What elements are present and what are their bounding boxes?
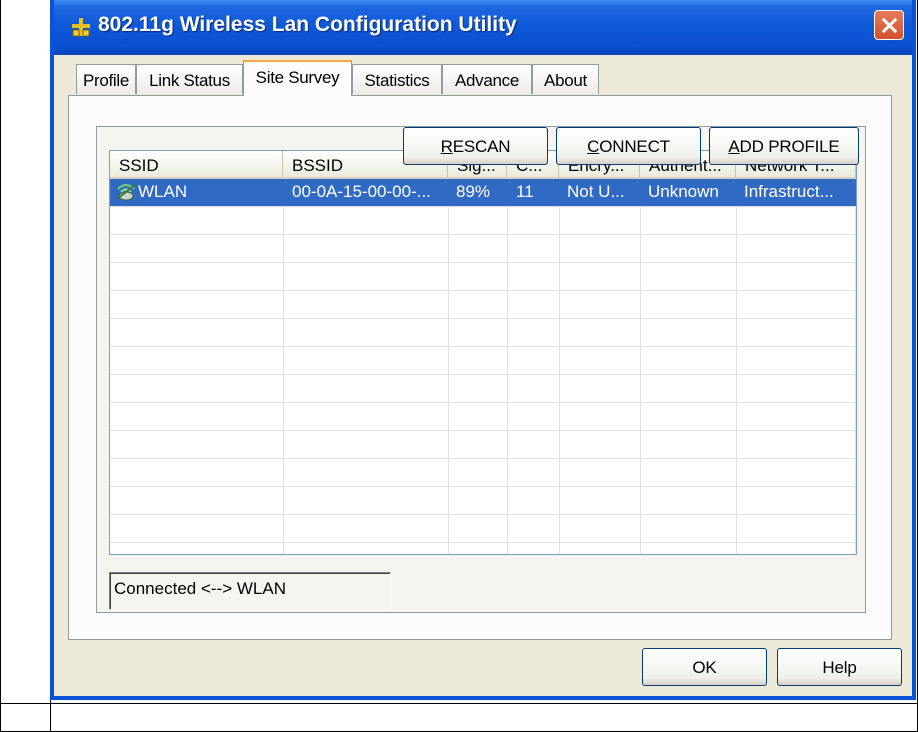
site-survey-panel: SSID BSSID Sig... C... Encry... Authent.…: [68, 95, 892, 640]
network-list[interactable]: SSID BSSID Sig... C... Encry... Authent.…: [109, 150, 857, 555]
row-divider: [110, 402, 856, 403]
connect-mnemonic: C: [587, 137, 600, 156]
row-divider: [110, 206, 856, 207]
tab-statistics[interactable]: Statistics: [352, 64, 442, 94]
window-title: 802.11g Wireless Lan Configuration Utili…: [98, 13, 517, 36]
connect-label: ONNECT: [599, 137, 670, 156]
cell-bssid: 00-0A-15-00-00-...: [292, 182, 431, 201]
column-divider: [736, 179, 737, 554]
rescan-label: ESCAN: [452, 137, 511, 156]
row-divider: [110, 430, 856, 431]
column-divider: [283, 179, 284, 554]
rescan-mnemonic: R: [440, 137, 453, 156]
row-divider: [110, 290, 856, 291]
column-divider: [448, 179, 449, 554]
ok-button[interactable]: OK: [642, 648, 767, 686]
row-divider: [110, 318, 856, 319]
close-button[interactable]: [874, 10, 904, 40]
column-divider: [855, 179, 856, 554]
config-utility-window: 802.11g Wireless Lan Configuration Utili…: [50, 0, 916, 700]
row-divider: [110, 458, 856, 459]
row-divider: [110, 514, 856, 515]
column-header-ssid[interactable]: SSID: [110, 151, 283, 179]
connect-button[interactable]: CONNECT: [556, 127, 701, 165]
cell-network-type: Infrastruct...: [744, 182, 834, 201]
column-divider: [640, 179, 641, 554]
rescan-button[interactable]: RESCAN: [403, 127, 548, 165]
row-divider: [110, 374, 856, 375]
help-button[interactable]: Help: [777, 648, 902, 686]
title-bar[interactable]: 802.11g Wireless Lan Configuration Utili…: [54, 0, 912, 55]
app-icon: [72, 18, 90, 37]
column-divider: [559, 179, 560, 554]
cell-signal: 89%: [456, 182, 491, 201]
cell-ssid: WLAN: [138, 182, 188, 201]
cell-channel: 11: [516, 182, 534, 201]
tab-advance[interactable]: Advance: [442, 64, 532, 94]
row-divider: [110, 346, 856, 347]
add-profile-button[interactable]: ADD PROFILE: [709, 127, 859, 165]
row-divider: [110, 262, 856, 263]
column-divider: [507, 179, 508, 554]
tab-link-status[interactable]: Link Status: [136, 64, 243, 94]
wireless-network-icon: [116, 184, 136, 201]
add-profile-label: DD PROFILE: [739, 137, 840, 156]
cell-authentication: Unknown: [648, 182, 719, 201]
connection-status: Connected <--> WLAN: [109, 572, 391, 610]
tab-about[interactable]: About: [532, 64, 599, 94]
row-divider: [110, 234, 856, 235]
row-divider: [110, 542, 856, 543]
site-survey-group: SSID BSSID Sig... C... Encry... Authent.…: [96, 126, 866, 613]
add-profile-mnemonic: A: [728, 137, 740, 156]
row-divider: [110, 486, 856, 487]
tab-site-survey[interactable]: Site Survey: [243, 60, 352, 96]
tab-profile[interactable]: Profile: [76, 64, 136, 94]
cell-encryption: Not U...: [567, 182, 625, 201]
